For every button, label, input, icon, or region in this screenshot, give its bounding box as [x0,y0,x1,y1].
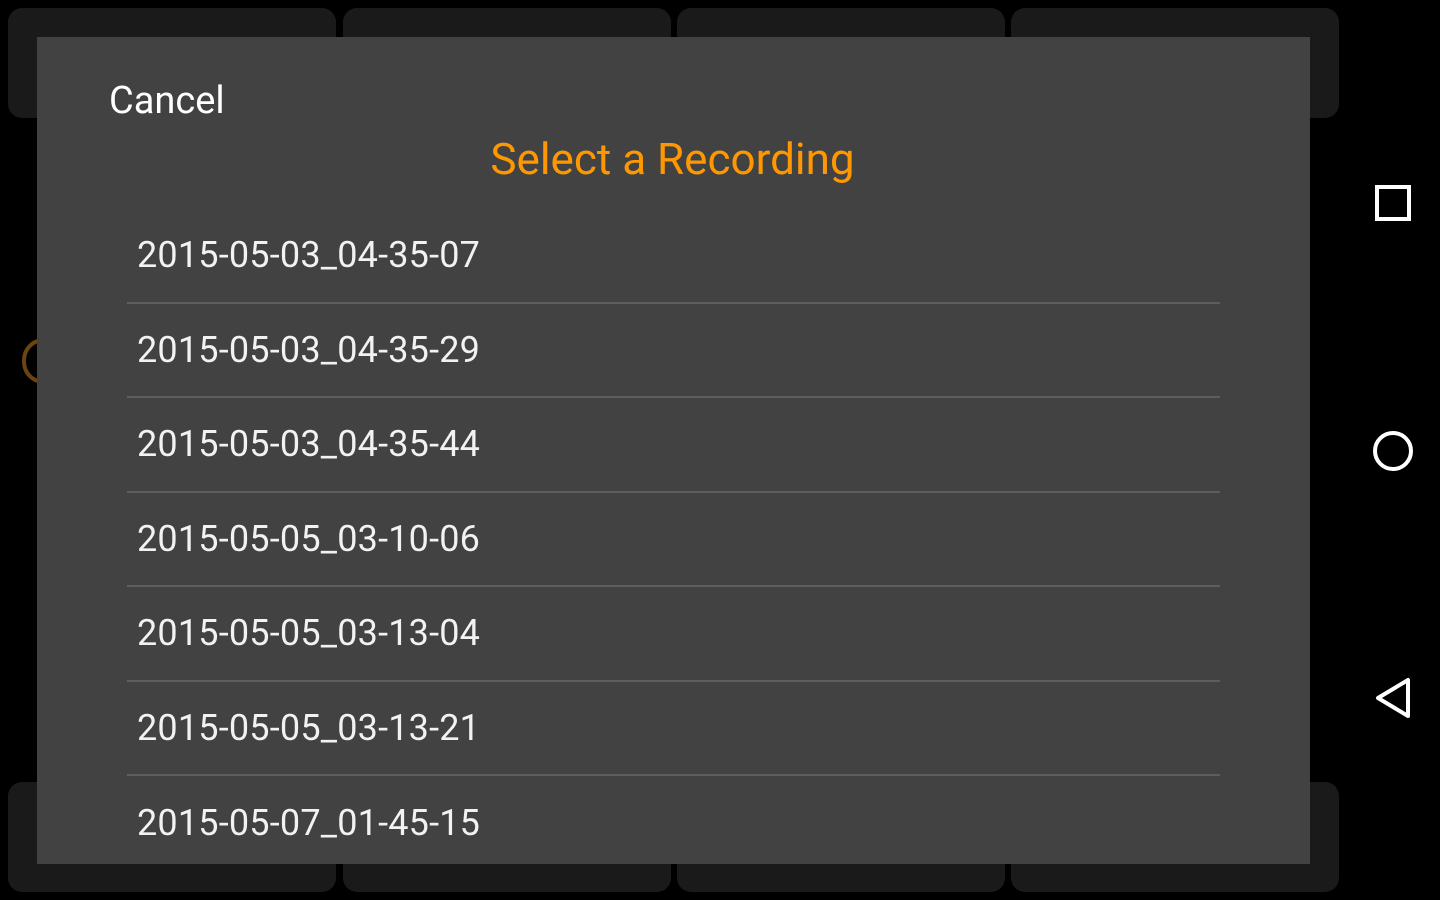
navigation-bar [1345,0,1440,900]
list-item[interactable]: 2015-05-05_03-13-04 [127,587,1220,682]
recording-name: 2015-05-07_01-45-15 [137,802,481,845]
list-item[interactable]: 2015-05-03_04-35-29 [127,304,1220,398]
recents-button[interactable] [1345,148,1440,258]
list-item[interactable]: 2015-05-03_04-35-07 [127,209,1220,304]
back-triangle-icon [1375,678,1410,718]
recording-name: 2015-05-03_04-35-29 [137,328,481,371]
list-item[interactable]: 2015-05-05_03-13-21 [127,682,1220,776]
recording-name: 2015-05-05_03-13-04 [137,612,481,655]
recents-square-icon [1374,185,1411,221]
list-item[interactable]: 2015-05-05_03-10-06 [127,493,1220,587]
dialog-title: Select a Recording [37,133,1310,185]
recording-name: 2015-05-03_04-35-07 [137,234,481,277]
list-item[interactable]: 2015-05-07_01-45-15 [127,776,1220,864]
home-circle-icon [1372,431,1413,471]
cancel-button[interactable]: Cancel [107,77,227,125]
dialog-title-text: Select a Recording [490,133,855,185]
recording-name: 2015-05-05_03-10-06 [137,517,481,560]
recording-name: 2015-05-03_04-35-44 [137,423,481,466]
home-button[interactable] [1345,396,1440,506]
back-button[interactable] [1345,643,1440,753]
select-recording-dialog: Cancel Select a Recording 2015-05-03_04-… [37,37,1310,864]
list-item[interactable]: 2015-05-03_04-35-44 [127,398,1220,493]
recordings-list: 2015-05-03_04-35-07 2015-05-03_04-35-29 … [127,209,1220,864]
recording-name: 2015-05-05_03-13-21 [137,706,481,749]
